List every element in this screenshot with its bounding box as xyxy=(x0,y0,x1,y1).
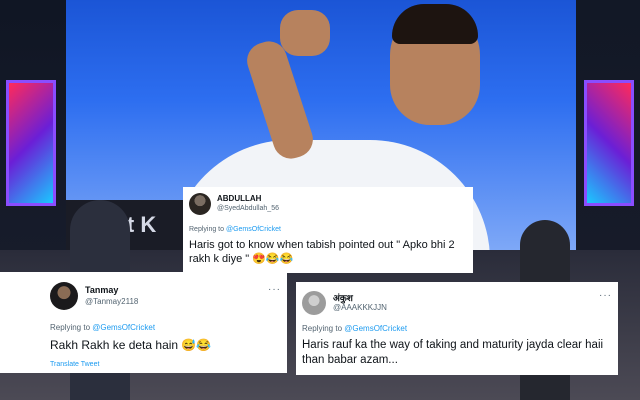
avatar[interactable] xyxy=(50,282,78,310)
tweet-text: Haris rauf ka the way of taking and matu… xyxy=(302,339,604,366)
tweet-author-handle[interactable]: @SyedAbdullah_56 xyxy=(217,205,279,212)
replying-to: Replying to @GemsOfCricket xyxy=(302,324,407,333)
avatar[interactable] xyxy=(189,193,211,215)
tweet-card-abdullah[interactable]: ABDULLAH @SyedAbdullah_56 Replying to @G… xyxy=(183,187,473,273)
tweet-author-handle[interactable]: @Tanmay2118 xyxy=(85,297,138,306)
tweet-author-name[interactable]: Tanmay xyxy=(85,285,118,295)
replying-mention-link[interactable]: @GemsOfCricket xyxy=(226,226,281,233)
player-hair xyxy=(392,4,478,44)
more-options-icon[interactable]: ··· xyxy=(599,290,612,301)
tweet-card-tanmay[interactable]: Tanmay @Tanmay2118 ··· Replying to @Gems… xyxy=(0,272,287,373)
translate-tweet-link[interactable]: Translate Tweet xyxy=(50,361,99,368)
replying-prefix: Replying to xyxy=(50,323,93,332)
tweet-author-name[interactable]: ABDULLAH xyxy=(217,194,261,203)
replying-mention-link[interactable]: @GemsOfCricket xyxy=(344,324,407,333)
tweet-card-ankush[interactable]: अंकुश @AAAKKKJJN ··· Replying to @GemsOf… xyxy=(296,282,618,375)
player-fist xyxy=(280,10,330,56)
replying-prefix: Replying to xyxy=(302,324,345,333)
replying-prefix: Replying to xyxy=(189,226,226,233)
led-screen-left xyxy=(6,80,56,206)
avatar[interactable] xyxy=(302,291,326,315)
replying-to: Replying to @GemsOfCricket xyxy=(50,323,155,332)
led-screen-right xyxy=(584,80,634,206)
tweet-author-handle[interactable]: @AAAKKKJJN xyxy=(333,303,387,312)
replying-to: Replying to @GemsOfCricket xyxy=(189,226,281,233)
tweet-text: Haris got to know when tabish pointed ou… xyxy=(189,239,455,266)
replying-mention-link[interactable]: @GemsOfCricket xyxy=(92,323,155,332)
more-options-icon[interactable]: ··· xyxy=(268,284,281,295)
tweet-text: Rakh Rakh ke deta hain 😅😂 xyxy=(50,338,212,352)
